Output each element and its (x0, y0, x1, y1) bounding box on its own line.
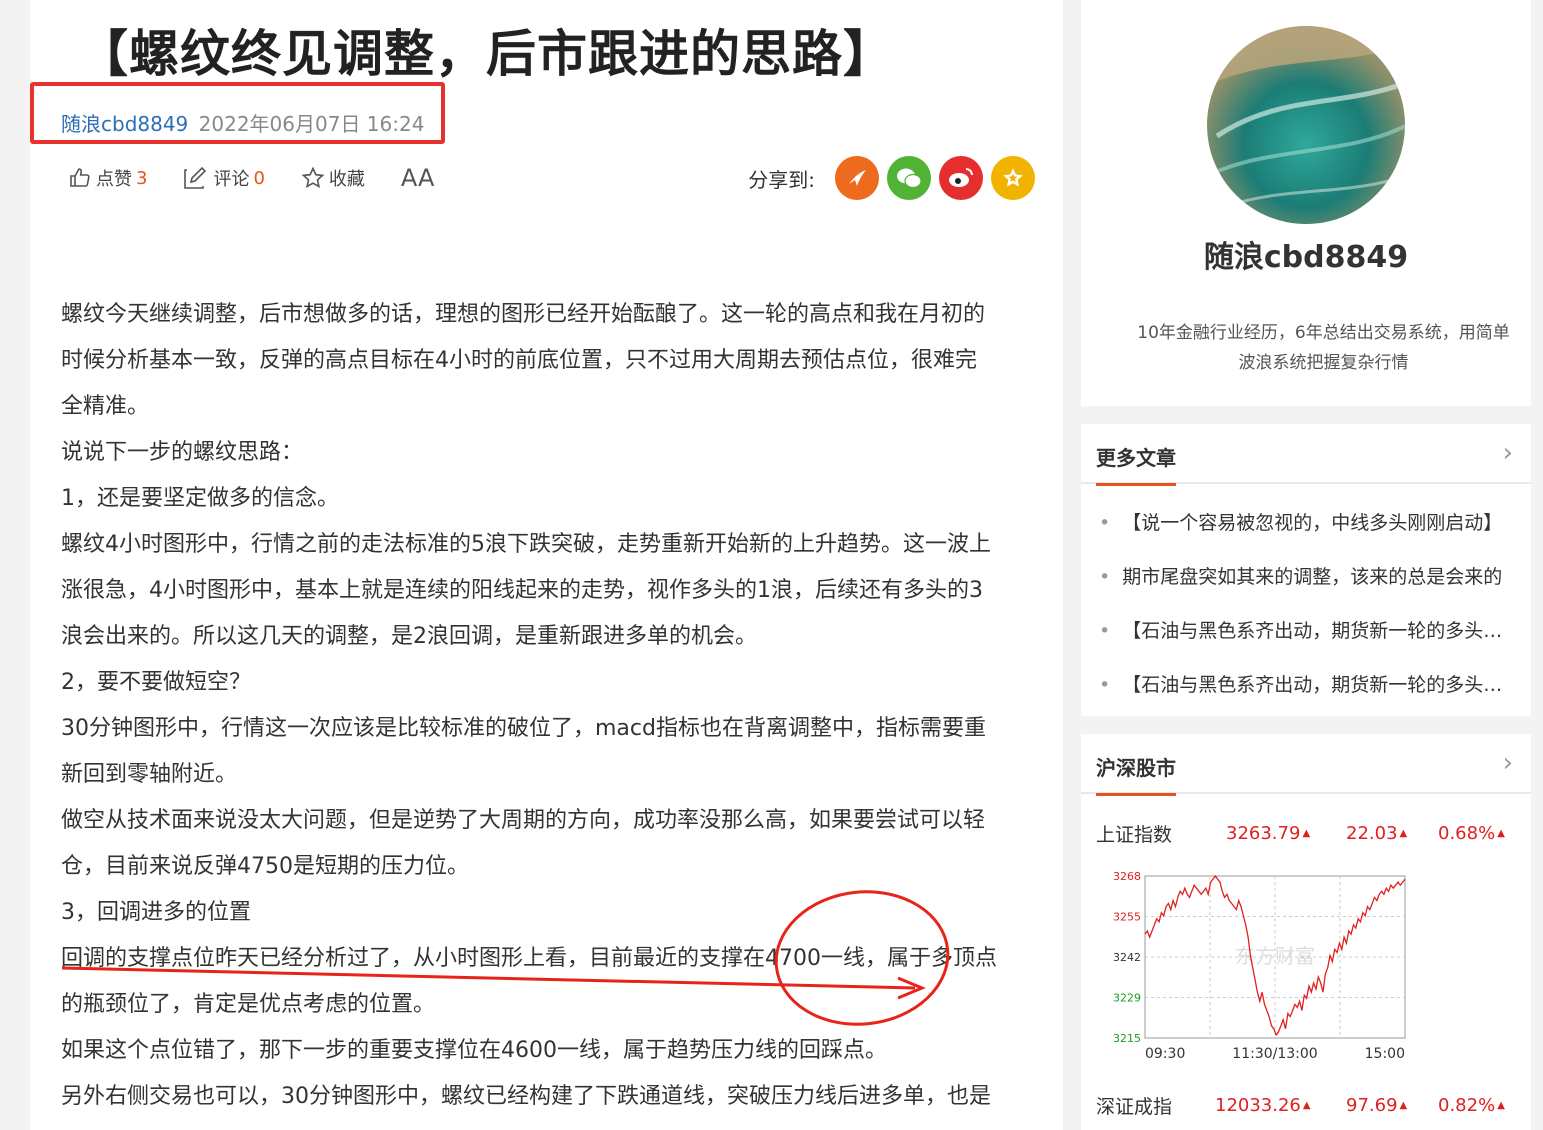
index-row-shanghai[interactable]: 上证指数 3263.79 ▲ 22.03 ▲ 0.68% ▲ (1096, 818, 1516, 848)
up-triangle-icon: ▲ (1497, 828, 1505, 839)
paragraph: 做空从技术面来说没太大问题，但是逆势了大周期的方向，成功率没那么高，如果要尝试可… (61, 808, 986, 833)
article-link[interactable]: 期市尾盘突如其来的调整，该来的总是会来的 (1122, 566, 1502, 588)
article-body: 螺纹今天继续调整，后市想做多的话，理想的图形已经开始酝酿了。这一轮的高点和我在月… (61, 292, 1041, 1120)
favorite-star-icon[interactable] (991, 156, 1035, 200)
x-tick-label: 09:30 (1145, 1046, 1185, 1062)
comment-count: 0 (253, 167, 265, 189)
card-header: 更多文章 › (1081, 424, 1531, 486)
chevron-right-icon[interactable]: › (1503, 438, 1513, 468)
index-change: 22.03 ▲ (1346, 822, 1408, 844)
profile-description: 10年金融行业经历，6年总结出交易系统，用简单波浪系统把握复杂行情 (1137, 323, 1510, 373)
thumbs-up-icon (70, 168, 90, 187)
wechat-icon[interactable] (887, 156, 931, 200)
dongfang-icon[interactable] (835, 156, 879, 200)
list-item[interactable]: • 期市尾盘突如其来的调整，该来的总是会来的 (1099, 556, 1517, 610)
paragraph: 新回到零轴附近。 (61, 762, 238, 787)
y-tick-label: 3242 (1113, 951, 1141, 964)
article-title: 【螺纹终见调整，后市跟进的思路】 (78, 25, 894, 83)
index-name: 上证指数 (1096, 823, 1173, 846)
y-tick-label: 3215 (1113, 1032, 1141, 1045)
like-count: 3 (136, 167, 148, 189)
font-size-button[interactable]: AA (401, 164, 435, 192)
weibo-icon[interactable] (939, 156, 983, 200)
author-profile-card: 随浪cbd8849 10年金融行业经历，6年总结出交易系统，用简单波浪系统把握复… (1081, 0, 1531, 406)
x-tick-label: 11:30/13:00 (1232, 1046, 1317, 1062)
y-tick-label: 3268 (1113, 870, 1141, 883)
bullet-icon: • (1099, 674, 1111, 696)
list-item[interactable]: • 【石油与黑色系齐出动，期货新一轮的多头行情】 (1099, 610, 1517, 664)
paragraph: 1，还是要坚定做多的信念。 (61, 486, 339, 511)
article-link[interactable]: 【石油与黑色系齐出动，期货新一轮的多头行情】 (1122, 620, 1517, 642)
index-percent: 0.82% ▲ (1438, 1094, 1505, 1116)
paragraph: 另外右侧交易也可以，30分钟图形中，螺纹已经构建了下跌通道线，突破压力线后进多单… (61, 1084, 991, 1109)
up-triangle-icon: ▲ (1399, 828, 1408, 839)
share-label: 分享到: (748, 167, 815, 192)
post-datetime: 2022年06月07日 16:24 (198, 112, 425, 136)
favorite-button[interactable]: 收藏 (301, 165, 365, 191)
up-triangle-icon: ▲ (1302, 828, 1311, 839)
article-link[interactable]: 【说一个容易被忽视的，中线多头刚刚启动】 (1122, 512, 1502, 534)
paragraph: 仓，目前来说反弹4750是短期的压力位。 (61, 854, 469, 879)
share-bar: 分享到: (748, 156, 1035, 200)
up-triangle-icon: ▲ (1302, 1100, 1311, 1111)
avatar[interactable] (1207, 26, 1405, 224)
like-label: 点赞 (96, 169, 132, 190)
more-articles-card: 更多文章 › • 【说一个容易被忽视的，中线多头刚刚启动】 • 期市尾盘突如其来的调… (1081, 424, 1531, 716)
edit-comment-icon (184, 166, 207, 189)
paragraph: 2，要不要做短空？ (61, 670, 251, 695)
paragraph: 3，回调进多的位置 (61, 900, 251, 925)
comment-label: 评论 (213, 169, 250, 190)
more-articles-title: 更多文章 (1096, 442, 1176, 486)
chevron-right-icon[interactable]: › (1503, 748, 1513, 778)
author-link[interactable]: 随浪cbd8849 (61, 112, 188, 136)
paragraph: 如果这个点位错了，那下一步的重要支撑位在4600一线，属于趋势压力线的回踩点。 (61, 1038, 887, 1063)
list-item[interactable]: • 【说一个容易被忽视的，中线多头刚刚启动】 (1099, 502, 1517, 556)
profile-name[interactable]: 随浪cbd8849 (1081, 232, 1531, 276)
index-price: 12033.26 ▲ (1215, 1094, 1311, 1116)
article-panel: 【螺纹终见调整，后市跟进的思路】 随浪cbd8849 2022年06月07日 1… (30, 0, 1063, 1130)
bullet-icon: • (1099, 512, 1111, 534)
stock-market-title: 沪深股市 (1096, 752, 1176, 796)
paragraph: 时候分析基本一致，反弹的高点目标在4小时的前底位置，只不过用大周期去预估点位，很… (61, 348, 978, 373)
like-button[interactable]: 点赞 3 (68, 165, 147, 191)
favorite-label: 收藏 (328, 169, 365, 190)
x-tick-label: 15:00 (1365, 1046, 1405, 1062)
index-name: 深证成指 (1096, 1095, 1173, 1118)
paragraph: 回调的支撑点位昨天已经分析过了，从小时图形上看，目前最近的支撑在4700一线，属… (61, 946, 997, 971)
article-actions: 点赞 3 评论 0 收藏 AA (68, 162, 470, 194)
index-change: 97.69 ▲ (1346, 1094, 1408, 1116)
paragraph: 螺纹4小时图形中，行情之前的走法标准的5浪下跌突破，走势重新开始新的上升趋势。这… (61, 532, 991, 557)
card-header: 沪深股市 › (1081, 734, 1531, 796)
list-item[interactable]: • 【石油与黑色系齐出动，期货新一轮的多头行情】 (1099, 664, 1517, 718)
up-triangle-icon: ▲ (1497, 1100, 1505, 1111)
article-meta: 随浪cbd8849 2022年06月07日 16:24 (61, 108, 424, 137)
stock-market-card: 沪深股市 › 上证指数 3263.79 ▲ 22.03 ▲ 0.68% ▲ 3268 3… (1081, 734, 1531, 1130)
paragraph: 浪会出来的。所以这几天的调整，是2浪回调，是重新跟进多单的机会。 (61, 624, 757, 649)
paragraph: 涨很急，4小时图形中，基本上就是连续的阳线起来的走势，视作多头的1浪，后续还有多… (61, 578, 983, 603)
paragraph: 说说下一步的螺纹思路： (61, 440, 304, 465)
up-triangle-icon: ▲ (1399, 1100, 1408, 1111)
bullet-icon: • (1099, 620, 1111, 642)
y-tick-label: 3255 (1113, 911, 1141, 924)
font-size-icon: AA (400, 164, 435, 192)
y-tick-label: 3229 (1113, 992, 1141, 1005)
index-percent: 0.68% ▲ (1438, 822, 1505, 844)
comment-button[interactable]: 评论 0 (183, 165, 265, 191)
paragraph: 的瓶颈位了，肯定是优点考虑的位置。 (61, 992, 436, 1017)
bullet-icon: • (1099, 566, 1111, 588)
article-list: • 【说一个容易被忽视的，中线多头刚刚启动】 • 期市尾盘突如其来的调整，该来的总是… (1099, 502, 1517, 718)
star-outline-icon (301, 166, 325, 189)
intraday-chart[interactable]: 3268 3255 3242 3229 3215 09:30 11:30/13:00 15:0… (1095, 862, 1415, 1072)
paragraph: 螺纹今天继续调整，后市想做多的话，理想的图形已经开始酝酿了。这一轮的高点和我在月… (61, 302, 986, 327)
chart-watermark: 东方财富 (1235, 944, 1315, 968)
paragraph: 全精准。 (61, 394, 150, 419)
article-link[interactable]: 【石油与黑色系齐出动，期货新一轮的多头行情】 (1122, 674, 1517, 696)
paragraph: 30分钟图形中，行情这一次应该是比较标准的破位了，macd指标也在背离调整中，指… (61, 716, 986, 741)
index-row-shenzhen[interactable]: 深证成指 12033.26 ▲ 97.69 ▲ 0.82% ▲ (1096, 1090, 1516, 1120)
index-price: 3263.79 ▲ (1226, 822, 1311, 844)
